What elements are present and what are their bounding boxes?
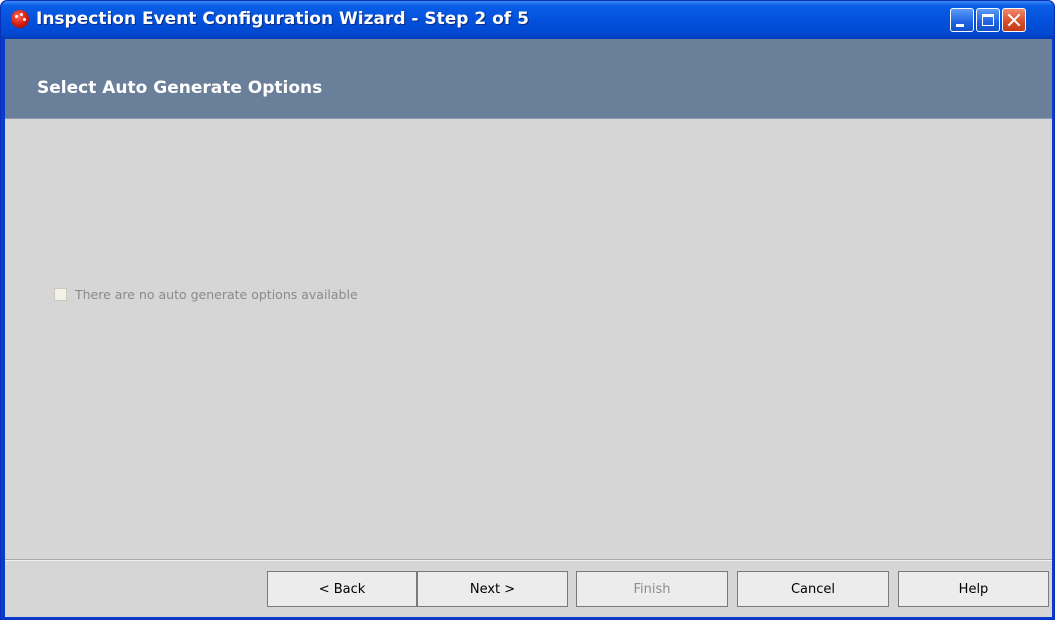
cancel-button[interactable]: Cancel [737, 571, 889, 607]
close-button[interactable] [1002, 8, 1026, 32]
maximize-icon [982, 14, 994, 26]
minimize-button[interactable] [950, 8, 974, 32]
back-button[interactable]: < Back [267, 571, 417, 607]
window-title: Inspection Event Configuration Wizard - … [36, 9, 529, 29]
step-content: There are no auto generate options avail… [5, 119, 1052, 559]
title-bar[interactable]: Inspection Event Configuration Wizard - … [1, 1, 1054, 39]
finish-button[interactable]: Finish [576, 571, 728, 607]
wizard-client-area: Select Auto Generate Options There are n… [5, 39, 1052, 617]
step-header: Select Auto Generate Options [5, 39, 1052, 119]
footer-divider-highlight [5, 560, 1052, 561]
auto-generate-option-label: There are no auto generate options avail… [75, 286, 358, 302]
next-button[interactable]: Next > [417, 571, 568, 607]
wizard-window: Inspection Event Configuration Wizard - … [0, 0, 1055, 620]
maximize-button[interactable] [976, 8, 1000, 32]
auto-generate-checkbox[interactable] [54, 287, 67, 301]
help-button[interactable]: Help [898, 571, 1049, 607]
wizard-footer: < Back Next > Finish Cancel Help [5, 559, 1052, 617]
app-logo-icon [11, 10, 29, 28]
auto-generate-option: There are no auto generate options avail… [54, 286, 358, 302]
minimize-icon [956, 24, 964, 27]
step-title: Select Auto Generate Options [37, 78, 323, 98]
